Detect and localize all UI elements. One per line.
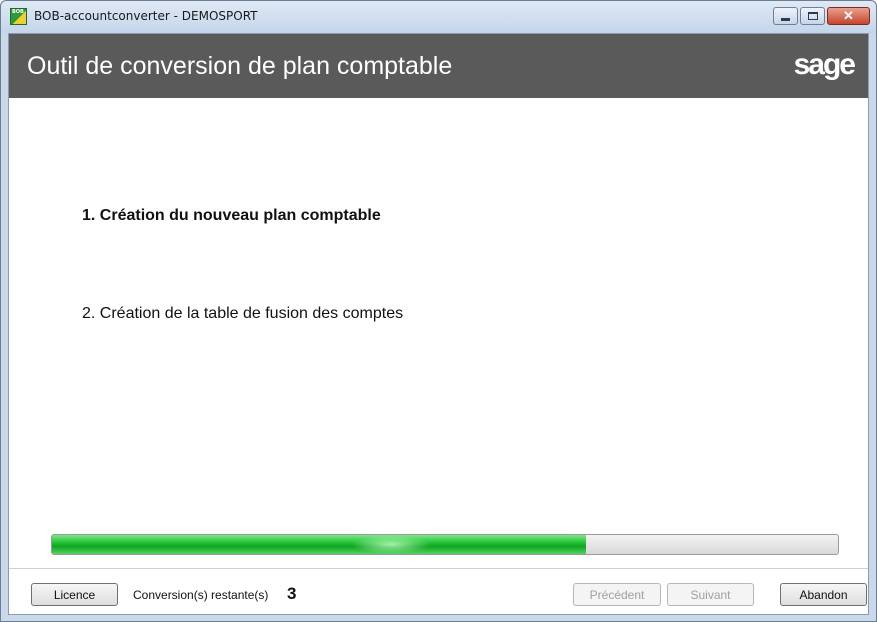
remaining-conversions-label: Conversion(s) restante(s) [133,588,269,602]
remaining-conversions-count: 3 [287,584,297,603]
maximize-button[interactable] [800,7,825,25]
step-2-label: 2. Création de la table de fusion des co… [82,305,404,322]
page-title: Outil de conversion de plan comptable [27,52,453,80]
progress-bar-fill [52,535,587,554]
step-1-label: 1. Création du nouveau plan comptable [82,207,381,224]
header-banner: Outil de conversion de plan comptable sa… [9,34,868,98]
sage-logo: sage [793,48,856,81]
close-button[interactable]: ✕ [827,7,870,25]
minimize-button[interactable] [773,7,798,25]
window-controls: ✕ [773,7,870,25]
title-bar[interactable]: BOB BOB-accountconverter - DEMOSPORT ✕ [1,1,876,33]
minimize-icon [781,17,790,21]
progress-bar [51,534,839,555]
cancel-button[interactable]: Abandon [780,583,867,606]
maximize-icon [807,12,818,20]
progress-bar-glow [351,535,432,554]
app-window: BOB BOB-accountconverter - DEMOSPORT ✕ O… [0,0,877,622]
previous-button[interactable]: Précédent [573,583,661,606]
footer-divider [9,568,868,569]
next-button[interactable]: Suivant [667,583,754,606]
close-icon: ✕ [843,8,854,23]
licence-button[interactable]: Licence [31,583,118,606]
app-icon: BOB [10,8,27,25]
window-title: BOB-accountconverter - DEMOSPORT [34,9,258,23]
app-icon-text: BOB [12,9,24,15]
main-panel: Outil de conversion de plan comptable sa… [8,33,869,615]
